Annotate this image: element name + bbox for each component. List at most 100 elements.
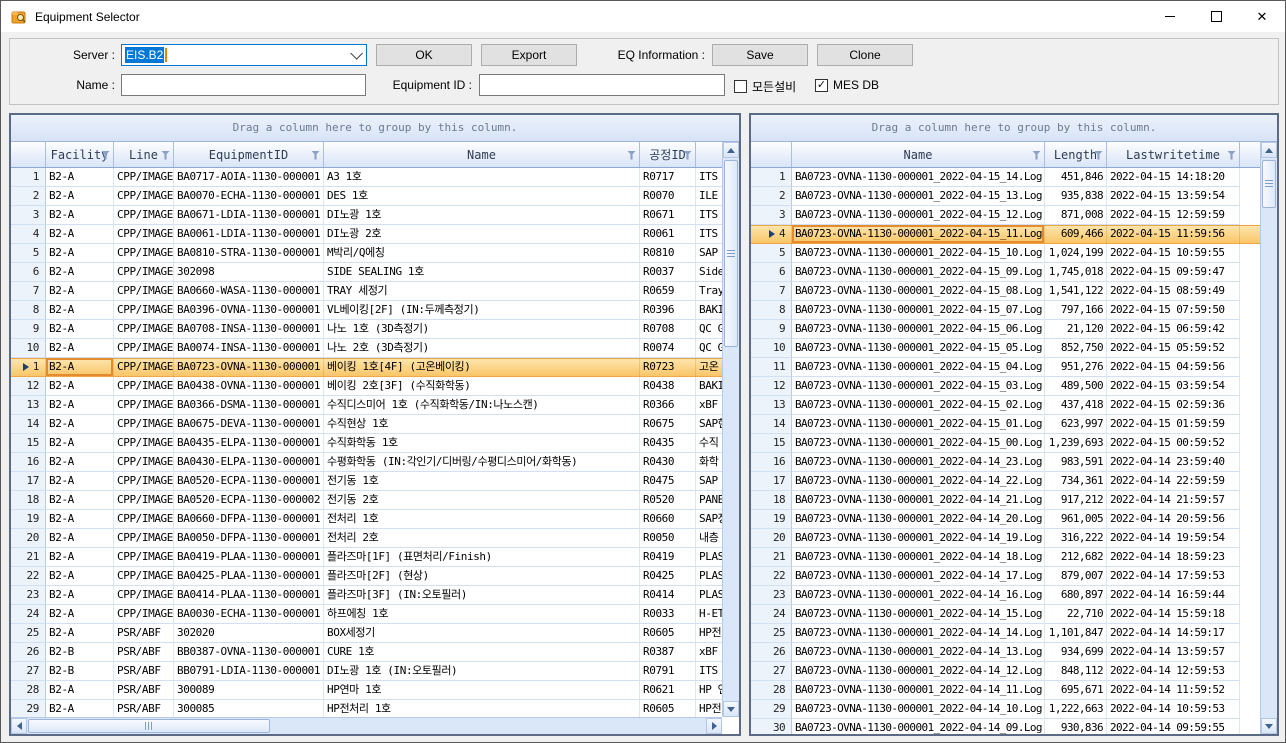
grid-cell[interactable]: 수직디스미어 1호 (수직화학동/IN:나노스캔)	[324, 396, 640, 415]
row-number-cell[interactable]: 5	[11, 244, 46, 263]
grid-cell[interactable]: 2022-04-14 12:59:53	[1107, 662, 1240, 681]
table-row[interactable]: 1B2-ACPP/IMAGEBA0717-AOIA-1130-000001A3 …	[11, 168, 722, 187]
grid-cell[interactable]: PLAS	[696, 567, 722, 586]
grid-cell[interactable]: BA0810-STRA-1130-000001	[174, 244, 324, 263]
grid-cell[interactable]: 베이킹 1호[4F] (고온베이킹)	[324, 358, 640, 377]
table-row[interactable]: 14B2-ACPP/IMAGEBA0675-DEVA-1130-000001수직…	[11, 415, 722, 434]
row-number-cell[interactable]: 26	[11, 643, 46, 662]
row-number-cell[interactable]: 2	[751, 187, 792, 206]
grid-cell[interactable]: 2022-04-14 20:59:56	[1107, 510, 1240, 529]
table-row[interactable]: 24BA0723-OVNA-1130-000001_2022-04-14_15.…	[751, 605, 1260, 624]
grid-cell[interactable]: CPP/IMAGE	[114, 605, 174, 624]
grid-cell[interactable]: QC G	[696, 339, 722, 358]
export-button[interactable]: Export	[481, 44, 577, 66]
grid-cell[interactable]: SAP	[696, 472, 722, 491]
grid-cell[interactable]: BA0723-OVNA-1130-000001_2022-04-15_08.Lo…	[792, 282, 1045, 301]
grid-cell[interactable]: BA0723-OVNA-1130-000001_2022-04-14_14.Lo…	[792, 624, 1045, 643]
table-row[interactable]: 4BA0723-OVNA-1130-000001_2022-04-15_11.L…	[751, 225, 1260, 244]
table-row[interactable]: 23B2-ACPP/IMAGEBA0414-PLAA-1130-000001플라…	[11, 586, 722, 605]
filter-funnel-icon[interactable]	[161, 151, 170, 160]
column-header[interactable]: 공정ID	[640, 142, 696, 167]
grid-cell[interactable]: PLAS	[696, 548, 722, 567]
grid-cell[interactable]: B2-A	[46, 339, 114, 358]
table-row[interactable]: 27BA0723-OVNA-1130-000001_2022-04-14_12.…	[751, 662, 1260, 681]
grid-cell[interactable]: 437,418	[1045, 396, 1107, 415]
group-by-panel[interactable]: Drag a column here to group by this colu…	[11, 115, 739, 142]
row-number-cell[interactable]: 14	[751, 415, 792, 434]
grid-cell[interactable]: 316,222	[1045, 529, 1107, 548]
table-row[interactable]: 13BA0723-OVNA-1130-000001_2022-04-15_02.…	[751, 396, 1260, 415]
grid-cell[interactable]: B2-A	[46, 605, 114, 624]
filter-funnel-icon[interactable]	[1227, 151, 1236, 160]
grid-cell[interactable]: 나노 2호 (3D측정기)	[324, 339, 640, 358]
grid-cell[interactable]: SIDE SEALING 1호	[324, 263, 640, 282]
grid-cell[interactable]: BA0396-OVNA-1130-000001	[174, 301, 324, 320]
grid-cell[interactable]: xBF	[696, 643, 722, 662]
grid-cell[interactable]: R0723	[640, 358, 696, 377]
grid-cell[interactable]: B2-A	[46, 244, 114, 263]
grid-cell[interactable]: 2022-04-15 05:59:52	[1107, 339, 1240, 358]
grid-cell[interactable]: 하프에칭 1호	[324, 605, 640, 624]
row-number-cell[interactable]: 24	[751, 605, 792, 624]
grid-cell[interactable]: 489,500	[1045, 377, 1107, 396]
row-number-cell[interactable]: 22	[11, 567, 46, 586]
grid-cell[interactable]: BA0723-OVNA-1130-000001_2022-04-14_10.Lo…	[792, 700, 1045, 719]
grid-cell[interactable]: 플라즈마[2F] (현상)	[324, 567, 640, 586]
horizontal-scrollbar[interactable]	[11, 717, 722, 734]
grid-cell[interactable]: 2022-04-15 00:59:52	[1107, 434, 1240, 453]
row-number-cell[interactable]: 1	[11, 168, 46, 187]
grid-cell[interactable]: BA0723-OVNA-1130-000001_2022-04-14_23.Lo…	[792, 453, 1045, 472]
vertical-scrollbar[interactable]	[1260, 142, 1277, 734]
grid-cell[interactable]: R0791	[640, 662, 696, 681]
table-row[interactable]: 10B2-ACPP/IMAGEBA0074-INSA-1130-000001나노…	[11, 339, 722, 358]
table-row[interactable]: 25B2-APSR/ABF302020BOX세정기R0605HP전	[11, 624, 722, 643]
table-row[interactable]: 28B2-APSR/ABF300089HP연마 1호R0621HP 연	[11, 681, 722, 700]
row-number-cell[interactable]: 6	[11, 263, 46, 282]
grid-cell[interactable]: BA0671-LDIA-1130-000001	[174, 206, 324, 225]
table-row[interactable]: 18BA0723-OVNA-1130-000001_2022-04-14_21.…	[751, 491, 1260, 510]
grid-cell[interactable]: 베이킹 2호[3F] (수직화학동)	[324, 377, 640, 396]
grid-cell[interactable]: CPP/IMAGE	[114, 415, 174, 434]
grid-cell[interactable]: 1,745,018	[1045, 263, 1107, 282]
grid-cell[interactable]: 2022-04-15 13:59:54	[1107, 187, 1240, 206]
grid-cell[interactable]: QC G	[696, 320, 722, 339]
grid-cell[interactable]: SAP현	[696, 415, 722, 434]
grid-cell[interactable]: PSR/ABF	[114, 662, 174, 681]
grid-cell[interactable]: 734,361	[1045, 472, 1107, 491]
row-number-cell[interactable]: 29	[751, 700, 792, 719]
grid-cell[interactable]: BA0723-OVNA-1130-000001_2022-04-14_11.Lo…	[792, 681, 1045, 700]
row-number-cell[interactable]: 23	[11, 586, 46, 605]
grid-cell[interactable]: 695,671	[1045, 681, 1107, 700]
grid-cell[interactable]: R0621	[640, 681, 696, 700]
table-row[interactable]: 2BA0723-OVNA-1130-000001_2022-04-15_13.L…	[751, 187, 1260, 206]
grid-cell[interactable]: A3 1호	[324, 168, 640, 187]
grid-cell[interactable]: B2-A	[46, 472, 114, 491]
grid-cell[interactable]: 전처리 1호	[324, 510, 640, 529]
grid-cell[interactable]: 전기동 1호	[324, 472, 640, 491]
grid-cell[interactable]: B2-A	[46, 168, 114, 187]
grid-cell[interactable]: 화학	[696, 453, 722, 472]
grid-cell[interactable]: CPP/IMAGE	[114, 396, 174, 415]
row-number-cell[interactable]: 16	[751, 453, 792, 472]
grid-cell[interactable]: 1,024,199	[1045, 244, 1107, 263]
grid-cell[interactable]: B2-A	[46, 453, 114, 472]
grid-cell[interactable]: BA0414-PLAA-1130-000001	[174, 586, 324, 605]
grid-cell[interactable]: 917,212	[1045, 491, 1107, 510]
grid-cell[interactable]: B2-A	[46, 320, 114, 339]
close-button[interactable]: ✕	[1239, 1, 1285, 32]
row-number-cell[interactable]: 3	[751, 206, 792, 225]
grid-cell[interactable]: B2-A	[46, 282, 114, 301]
grid-cell[interactable]: CPP/IMAGE	[114, 301, 174, 320]
grid-cell[interactable]: BA0435-ELPA-1130-000001	[174, 434, 324, 453]
grid-cell[interactable]: 879,007	[1045, 567, 1107, 586]
table-row[interactable]: 19B2-ACPP/IMAGEBA0660-DFPA-1130-000001전처…	[11, 510, 722, 529]
grid-cell[interactable]: B2-A	[46, 681, 114, 700]
table-row[interactable]: 12B2-ACPP/IMAGEBA0438-OVNA-1130-000001베이…	[11, 377, 722, 396]
grid-cell[interactable]: H-ET	[696, 605, 722, 624]
grid-cell[interactable]: CURE 1호	[324, 643, 640, 662]
row-number-cell[interactable]: 1	[751, 168, 792, 187]
grid-cell[interactable]: 2022-04-14 15:59:18	[1107, 605, 1240, 624]
grid-cell[interactable]: BA0723-OVNA-1130-000001_2022-04-14_18.Lo…	[792, 548, 1045, 567]
row-number-cell[interactable]: 12	[11, 377, 46, 396]
grid-cell[interactable]: 871,008	[1045, 206, 1107, 225]
